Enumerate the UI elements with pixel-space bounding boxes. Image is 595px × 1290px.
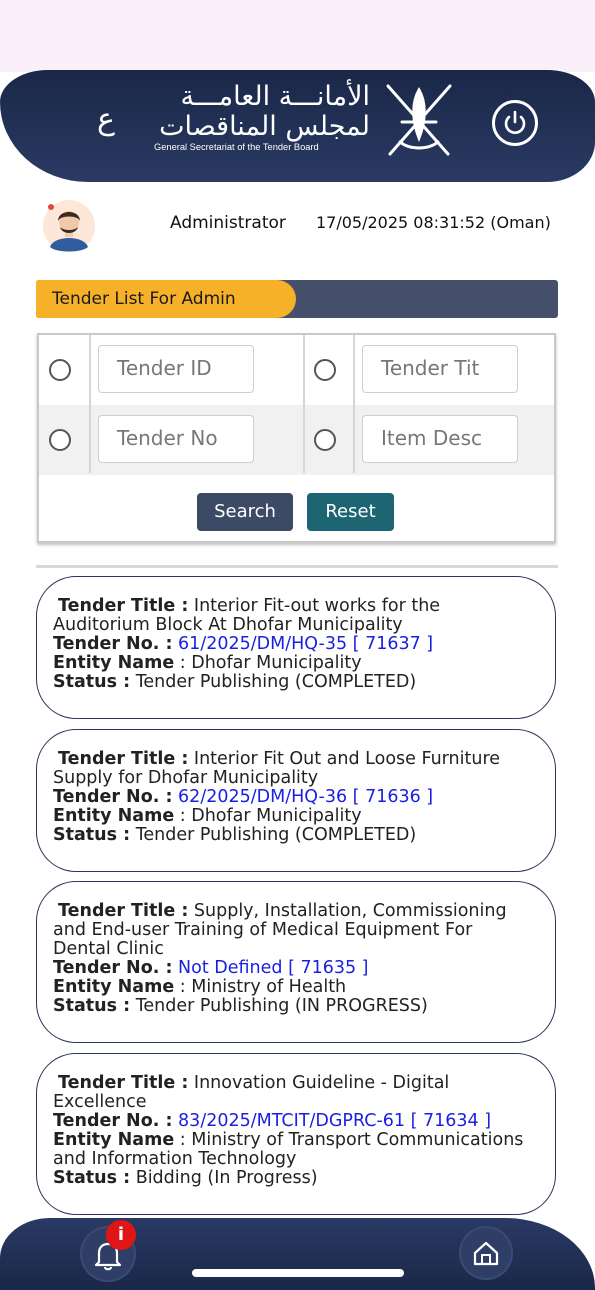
tender-status: Tender Publishing (COMPLETED) <box>135 672 417 692</box>
status-label: Status : <box>53 996 131 1016</box>
tender-status: Bidding (In Progress) <box>135 1168 318 1188</box>
tender-status: Tender Publishing (IN PROGRESS) <box>135 996 428 1016</box>
logo-arabic-line1: الأمانـــة العامـــة <box>180 81 370 112</box>
tender-title-cont: Dental Clinic <box>53 939 164 959</box>
tender-id-input[interactable]: Tender ID <box>98 345 254 393</box>
tender-card[interactable]: Tender Title : Supply, Installation, Com… <box>36 881 556 1043</box>
tender-title: Supply, Installation, Commissioning <box>193 901 507 921</box>
entity-name: : Dhofar Municipality <box>179 653 362 673</box>
tender-title-input[interactable]: Tender Tit <box>362 345 518 393</box>
column-divider <box>89 335 91 473</box>
status-label: Status : <box>53 825 131 845</box>
entity-name-cont: and Information Technology <box>53 1149 297 1169</box>
status-label: Status : <box>53 1168 131 1188</box>
radio-tender-no[interactable] <box>49 429 71 451</box>
tender-number[interactable]: 61/2025/DM/HQ-35 [ 71637 ] <box>178 634 433 654</box>
title-label: Tender Title : <box>58 1073 189 1093</box>
home-indicator[interactable] <box>192 1269 404 1277</box>
status-label: Status : <box>53 672 131 692</box>
login-datetime: 17/05/2025 08:31:52 (Oman) <box>316 213 551 232</box>
tender-title-cont: Supply for Dhofar Municipality <box>53 768 319 788</box>
item-desc-input[interactable]: Item Desc <box>362 415 518 463</box>
entity-label: Entity Name <box>53 977 175 997</box>
power-icon[interactable] <box>492 100 538 146</box>
tender-title-cont: Excellence <box>53 1092 147 1112</box>
tender-no-input[interactable]: Tender No <box>98 415 254 463</box>
entity-label: Entity Name <box>53 1130 175 1150</box>
section-header: Tender List For Admin <box>36 280 558 318</box>
radio-tender-title[interactable] <box>314 359 336 381</box>
section-title: Tender List For Admin <box>36 280 296 318</box>
number-label: Tender No. : <box>53 958 173 978</box>
title-label: Tender Title : <box>58 596 189 616</box>
admin-name: Administrator <box>170 213 286 233</box>
entity-label: Entity Name <box>53 806 175 826</box>
search-panel: Tender ID Tender Tit Tender No Item Desc <box>37 333 556 543</box>
number-label: Tender No. : <box>53 1111 173 1131</box>
tender-card[interactable]: Tender Title : Innovation Guideline - Di… <box>36 1053 556 1215</box>
notification-badge: i <box>106 1220 136 1250</box>
status-bar: 8:31 4G <box>0 0 595 72</box>
radio-tender-id[interactable] <box>49 359 71 381</box>
tender-title: Interior Fit Out and Loose Furniture <box>193 749 501 769</box>
number-label: Tender No. : <box>53 634 173 654</box>
entity-name: : Ministry of Transport Communications <box>179 1130 524 1150</box>
tender-title: Interior Fit-out works for the <box>193 596 441 616</box>
search-button[interactable]: Search <box>197 493 293 531</box>
title-label: Tender Title : <box>58 901 189 921</box>
entity-label: Entity Name <box>53 653 175 673</box>
logo-arabic-line2: لمجلس المناقصات <box>159 111 370 142</box>
tender-title-cont: Auditorium Block At Dhofar Municipality <box>53 615 403 635</box>
divider <box>36 565 558 568</box>
status-time: 8:31 <box>50 22 103 46</box>
home-icon[interactable] <box>459 1226 513 1280</box>
number-label: Tender No. : <box>53 787 173 807</box>
tender-title-cont: and End-user Training of Medical Equipme… <box>53 920 473 940</box>
logo-english: General Secretariat of the Tender Board <box>154 142 319 152</box>
tender-number[interactable]: 62/2025/DM/HQ-36 [ 71636 ] <box>178 787 433 807</box>
column-divider <box>353 335 355 473</box>
entity-name: : Dhofar Municipality <box>179 806 362 826</box>
tender-title: Innovation Guideline - Digital <box>193 1073 450 1093</box>
oman-emblem-icon <box>386 84 452 156</box>
user-avatar-icon[interactable] <box>42 197 96 255</box>
column-divider <box>303 335 305 473</box>
title-label: Tender Title : <box>58 749 189 769</box>
status-network: 4G <box>535 24 563 45</box>
arabic-language-icon[interactable]: ع <box>92 100 120 140</box>
radio-item-desc[interactable] <box>314 429 336 451</box>
reset-button[interactable]: Reset <box>307 493 394 531</box>
tender-card[interactable]: Tender Title : Interior Fit Out and Loos… <box>36 729 556 872</box>
tender-number[interactable]: 83/2025/MTCIT/DGPRC-61 [ 71634 ] <box>178 1111 491 1131</box>
tender-number[interactable]: Not Defined [ 71635 ] <box>178 958 368 978</box>
entity-name: : Ministry of Health <box>179 977 347 997</box>
tender-status: Tender Publishing (COMPLETED) <box>135 825 417 845</box>
tender-card[interactable]: Tender Title : Interior Fit-out works fo… <box>36 576 556 719</box>
app-header: ع الأمانـــة العامـــة لمجلس المناقصات G… <box>0 70 595 182</box>
